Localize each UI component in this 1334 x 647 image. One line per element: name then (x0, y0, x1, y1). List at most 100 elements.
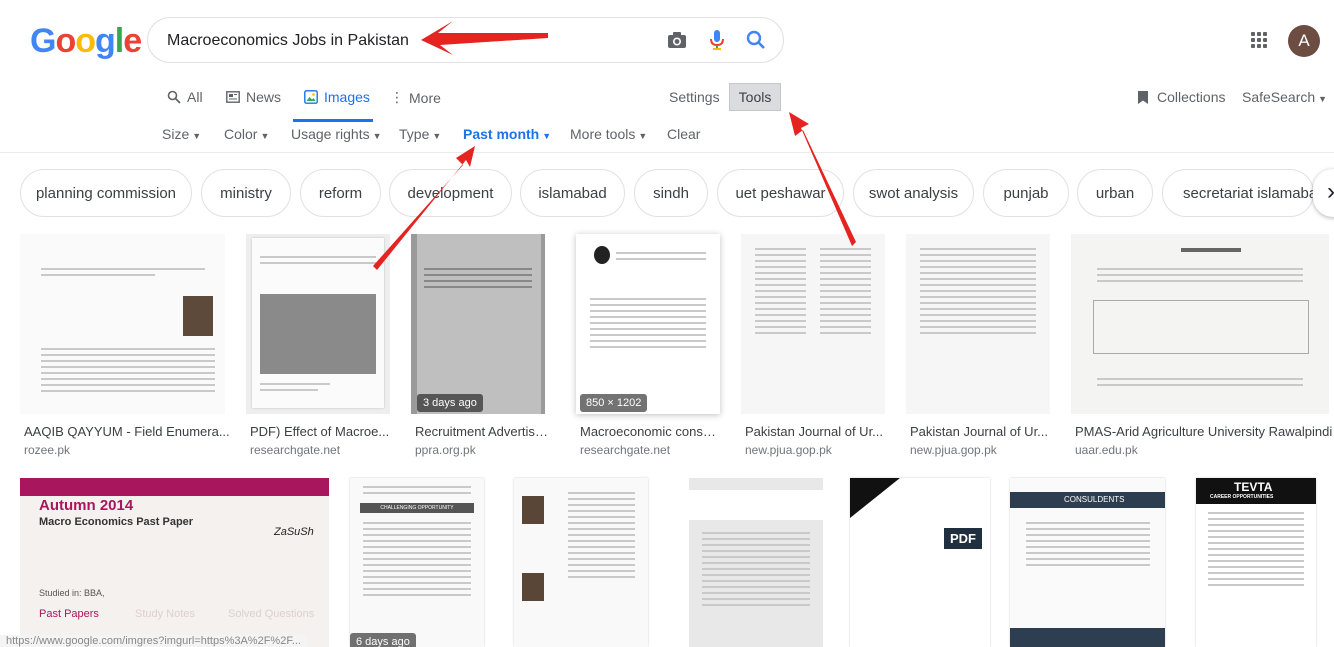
result-source[interactable]: researchgate.net (580, 443, 670, 457)
tool-label: Color (224, 126, 258, 142)
result-thumbnail[interactable] (514, 478, 648, 647)
search-icon (167, 90, 181, 104)
tab-label: News (246, 89, 282, 105)
collections-label: Collections (1157, 89, 1226, 105)
age-badge: 6 days ago (350, 633, 416, 647)
result-title[interactable]: Pakistan Journal of Ur... (910, 424, 1050, 439)
consultants-header: CONSULDENTS (1010, 492, 1165, 508)
result-thumbnail[interactable]: PDF (850, 478, 990, 647)
result-title[interactable]: Macroeconomic conse... (580, 424, 720, 439)
camera-icon[interactable] (667, 31, 687, 49)
caret-down-icon: ▼ (192, 131, 202, 141)
autumn-subtitle: Macro Economics Past Paper (39, 516, 194, 528)
tool-size[interactable]: Size ▼ (162, 126, 201, 142)
logo-letter: l (114, 22, 125, 60)
collections-link[interactable]: Collections (1137, 89, 1225, 105)
active-tab-indicator (293, 119, 373, 122)
caret-down-icon: ▼ (260, 131, 270, 141)
tab-more[interactable]: ⋮ More (390, 89, 441, 106)
result-thumbnail[interactable] (741, 234, 885, 414)
tab-images[interactable]: Images (304, 89, 370, 105)
chip[interactable]: planning commission (20, 169, 192, 217)
tab-label: All (187, 89, 203, 105)
tool-usage-rights[interactable]: Usage rights ▼ (291, 126, 382, 142)
logo-letter: o (75, 22, 96, 60)
chip[interactable]: punjab (983, 169, 1069, 217)
past-papers: Past Papers (39, 608, 99, 620)
newspaper-icon (226, 91, 240, 103)
chip[interactable]: secretariat islamabad (1162, 169, 1314, 217)
settings-link[interactable]: Settings (669, 89, 720, 105)
result-thumbnail[interactable] (1071, 234, 1329, 414)
clear-button[interactable]: Clear (667, 126, 700, 142)
tab-all[interactable]: All (167, 89, 203, 105)
microphone-icon[interactable] (709, 29, 725, 51)
chip[interactable]: urban (1077, 169, 1153, 217)
result-thumbnail[interactable]: TEVTA CAREER OPPORTUNITIES (1196, 478, 1316, 647)
result-title[interactable]: Recruitment Advertise... (415, 424, 550, 439)
chip[interactable]: reform (300, 169, 381, 217)
caret-down-icon: ▼ (1318, 94, 1328, 104)
tool-label: Size (162, 126, 190, 142)
caret-down-icon: ▼ (542, 131, 552, 141)
search-icon[interactable] (746, 30, 766, 50)
solved-questions: Solved Questions (228, 608, 315, 620)
tool-label: More tools (570, 126, 636, 142)
result-title[interactable]: PDF) Effect of Macroe... (250, 424, 390, 439)
result-thumbnail[interactable] (906, 234, 1050, 414)
tool-label: Type (399, 126, 430, 142)
result-thumbnail[interactable]: CONSULDENTS (1010, 478, 1165, 647)
tools-button[interactable]: Tools (729, 83, 781, 111)
result-thumbnail[interactable] (20, 234, 225, 414)
logo-letter: g (95, 22, 116, 60)
result-title[interactable]: AAQIB QAYYUM - Field Enumera... (24, 424, 249, 439)
career-title: CAREER OPPORTUNITIES (1210, 494, 1274, 500)
pdf-badge: PDF (944, 528, 982, 549)
avatar[interactable]: A (1288, 25, 1320, 57)
chevron-right-icon[interactable]: › (1313, 169, 1334, 217)
chip[interactable]: uet peshawar (717, 169, 844, 217)
result-thumbnail[interactable]: 850 × 1202 (576, 234, 720, 414)
caret-down-icon: ▼ (638, 131, 648, 141)
brand-logo: ZaSuSh (274, 526, 314, 538)
status-bar-url: https://www.google.com/imgres?imgurl=htt… (0, 635, 307, 647)
challenging-heading: CHALLENGING OPPORTUNITY (360, 503, 474, 513)
age-badge: 3 days ago (417, 394, 483, 412)
tool-more-tools[interactable]: More tools ▼ (570, 126, 647, 142)
caret-down-icon: ▼ (372, 131, 382, 141)
result-source[interactable]: new.pjua.gop.pk (910, 443, 997, 457)
chip[interactable]: sindh (634, 169, 708, 217)
result-source[interactable]: researchgate.net (250, 443, 340, 457)
result-thumbnail[interactable]: CHALLENGING OPPORTUNITY 6 days ago (350, 478, 484, 647)
logo-letter: e (123, 22, 142, 60)
result-source[interactable]: new.pjua.gop.pk (745, 443, 832, 457)
tab-news[interactable]: News (226, 89, 281, 105)
tool-type[interactable]: Type ▼ (399, 126, 441, 142)
study-notes: Study Notes (135, 608, 195, 620)
search-input[interactable]: Macroeconomics Jobs in Pakistan (167, 32, 409, 50)
logo-letter: o (55, 22, 76, 60)
tool-time[interactable]: Past month ▼ (463, 126, 551, 142)
result-source[interactable]: ppra.org.pk (415, 443, 476, 457)
tool-label: Usage rights (291, 126, 370, 142)
result-thumbnail[interactable] (246, 234, 390, 414)
google-logo[interactable]: Google (30, 22, 142, 61)
safesearch-menu[interactable]: SafeSearch ▼ (1242, 89, 1327, 105)
chip[interactable]: islamabad (520, 169, 625, 217)
tool-color[interactable]: Color ▼ (224, 126, 269, 142)
result-title[interactable]: Pakistan Journal of Ur... (745, 424, 885, 439)
apps-grid-icon[interactable] (1251, 32, 1267, 48)
result-source[interactable]: uaar.edu.pk (1075, 443, 1138, 457)
chip[interactable]: swot analysis (853, 169, 974, 217)
result-thumbnail[interactable] (689, 478, 823, 647)
result-thumbnail[interactable]: 3 days ago (411, 234, 545, 414)
tab-label: Images (324, 89, 370, 105)
bookmark-icon (1138, 90, 1148, 104)
result-source[interactable]: rozee.pk (24, 443, 70, 457)
chip[interactable]: development (389, 169, 512, 217)
result-thumbnail[interactable]: Autumn 2014 Macro Economics Past Paper Z… (20, 478, 329, 647)
folded-corner-icon (850, 478, 900, 518)
chip[interactable]: ministry (201, 169, 291, 217)
result-title[interactable]: PMAS-Arid Agriculture University Rawalpi… (1075, 424, 1333, 439)
caret-down-icon: ▼ (432, 131, 442, 141)
